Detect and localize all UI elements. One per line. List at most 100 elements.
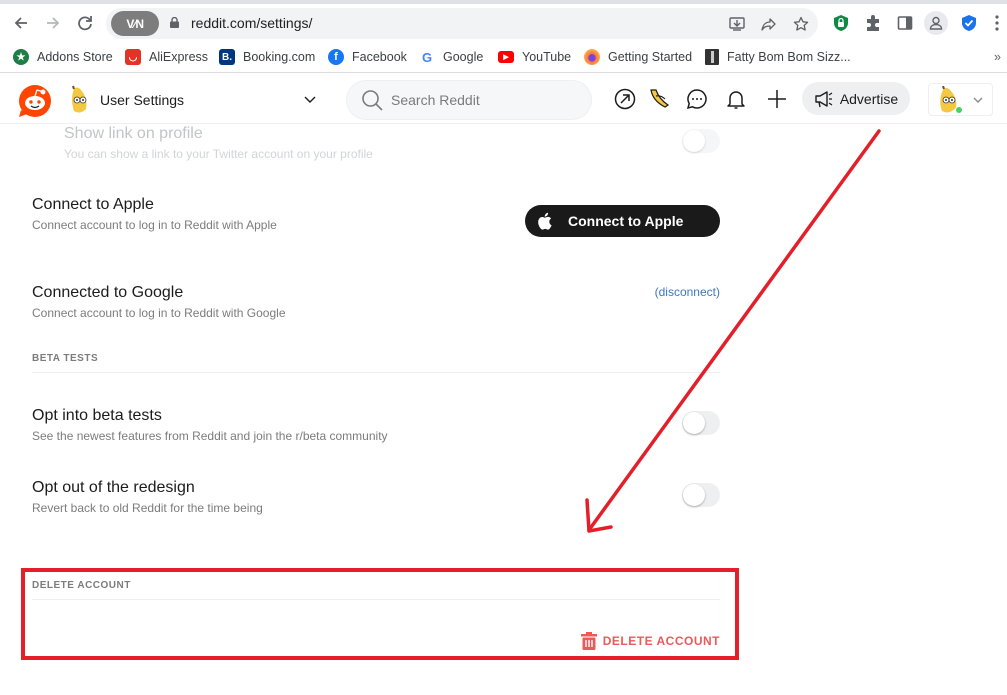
advertise-label: Advertise — [839, 90, 899, 107]
bookmark-youtube[interactable]: ▶ YouTube — [498, 48, 571, 66]
bell-icon — [727, 91, 745, 109]
share-icon — [761, 18, 776, 31]
address-bar[interactable]: V⁄N reddit.com/settings/ — [106, 8, 818, 39]
show-link-toggle[interactable] — [682, 129, 720, 153]
bookmark-facebook[interactable]: f Facebook — [328, 48, 407, 66]
user-avatar-banana-icon — [72, 85, 87, 113]
chevron-down-icon — [973, 97, 983, 103]
bookmark-label: Addons Store — [37, 50, 113, 64]
bookmark-aliexpress[interactable]: ◡ AliExpress — [125, 48, 208, 66]
annotation-highlight-box — [21, 568, 739, 660]
connect-apple-label: Connect to Apple — [568, 213, 684, 229]
bookmark-label: Google — [443, 50, 484, 64]
share-button[interactable] — [758, 13, 780, 35]
avatar — [935, 85, 963, 114]
setting-title: Opt out of the redesign — [32, 479, 195, 496]
aliexpress-icon: ◡ — [125, 49, 141, 65]
bookmark-google[interactable]: G Google — [419, 48, 483, 66]
bookmark-fatty-bom-bom[interactable]: Fatty Bom Bom Sizz... — [705, 48, 851, 66]
bookmark-label: Fatty Bom Bom Sizz... — [727, 50, 851, 64]
vpn-extension-button[interactable] — [829, 11, 853, 35]
toggle-knob — [683, 484, 705, 506]
arrow-left-icon — [14, 17, 27, 29]
megaphone-icon — [815, 90, 833, 107]
vpn-badge[interactable]: V⁄N — [111, 11, 159, 36]
apple-icon — [538, 212, 552, 230]
profile-button[interactable] — [924, 11, 948, 35]
search-icon — [362, 90, 383, 111]
security-extension-button[interactable] — [957, 11, 981, 35]
community-switcher[interactable]: User Settings — [66, 82, 326, 118]
setting-description: See the newest features from Reddit and … — [32, 429, 388, 443]
bookmark-addons-store[interactable]: ★ Addons Store — [13, 48, 113, 66]
side-panel-icon — [897, 16, 913, 30]
bookmark-label: AliExpress — [149, 50, 209, 64]
bookmark-label: Getting Started — [608, 50, 693, 64]
bookmark-label: Booking.com — [243, 50, 316, 64]
setting-description: Connect account to log in to Reddit with… — [32, 306, 286, 320]
url-text[interactable]: reddit.com/settings/ — [191, 15, 312, 31]
setting-title: Connected to Google — [32, 284, 184, 301]
facebook-icon: f — [328, 49, 344, 65]
banana-icon — [650, 89, 670, 108]
advertise-button[interactable]: Advertise — [802, 82, 910, 115]
star-icon — [793, 16, 809, 31]
bookmark-image-icon — [705, 49, 719, 65]
more-bookmarks-button[interactable]: » — [994, 48, 1001, 66]
community-label: User Settings — [100, 92, 185, 108]
reddit-header: User Settings Advertise — [0, 74, 1007, 124]
kebab-menu-icon — [995, 15, 999, 31]
install-icon — [729, 17, 745, 31]
opt-out-redesign-toggle[interactable] — [682, 483, 720, 507]
popular-button[interactable] — [613, 87, 637, 111]
disconnect-google-link[interactable]: (disconnect) — [655, 285, 720, 299]
shield-lock-icon — [834, 15, 848, 31]
setting-title: Show link on profile — [64, 125, 203, 142]
chevron-down-icon — [304, 96, 316, 103]
connect-to-apple-button[interactable]: Connect to Apple — [525, 205, 720, 237]
bookmark-label: YouTube — [522, 50, 572, 64]
chat-button[interactable] — [685, 87, 709, 111]
reload-button[interactable] — [72, 10, 98, 36]
back-button[interactable] — [8, 10, 34, 36]
puzzle-icon — [867, 15, 879, 31]
browser-menu-button[interactable] — [990, 11, 1004, 35]
arrow-up-right-circle-icon — [614, 88, 636, 110]
setting-description: Revert back to old Reddit for the time b… — [32, 501, 263, 515]
extensions-button[interactable] — [861, 11, 885, 35]
shield-check-icon — [962, 15, 976, 31]
create-post-button[interactable] — [765, 87, 789, 111]
reddit-logo-icon[interactable] — [18, 84, 52, 118]
browser-toolbar: V⁄N reddit.com/settings/ — [0, 4, 1007, 41]
community-avatar-button[interactable] — [647, 87, 671, 111]
google-icon: G — [421, 49, 433, 65]
setting-connected-google: Connected to Google Connect account to l… — [32, 283, 720, 321]
annotation-arrow-shaft — [587, 129, 881, 532]
arrow-right-icon — [47, 17, 60, 29]
booking-icon: B. — [219, 49, 235, 65]
setting-opt-out-redesign: Opt out of the redesign Revert back to o… — [32, 478, 720, 516]
user-menu-button[interactable] — [928, 83, 993, 116]
toggle-knob — [683, 412, 705, 434]
bookmark-getting-started[interactable]: Getting Started — [584, 48, 692, 66]
toggle-knob — [683, 130, 705, 152]
side-panel-button[interactable] — [893, 11, 917, 35]
online-status-dot — [955, 105, 963, 114]
bookmark-star-button[interactable] — [790, 13, 812, 35]
opt-into-beta-toggle[interactable] — [682, 411, 720, 435]
forward-button[interactable] — [40, 10, 66, 36]
plus-icon — [768, 90, 786, 108]
setting-connect-apple: Connect to Apple Connect account to log … — [32, 195, 720, 237]
firefox-icon — [584, 49, 600, 65]
setting-opt-into-beta: Opt into beta tests See the newest featu… — [32, 406, 720, 444]
install-app-button[interactable] — [726, 13, 748, 35]
search-bar[interactable] — [346, 80, 592, 120]
search-input[interactable] — [391, 92, 571, 108]
addons-store-icon: ★ — [13, 49, 29, 65]
youtube-icon: ▶ — [498, 51, 514, 63]
notifications-button[interactable] — [724, 87, 748, 111]
lock-icon[interactable] — [170, 17, 179, 28]
bookmark-booking[interactable]: B. Booking.com — [219, 48, 315, 66]
bookmark-label: Facebook — [352, 50, 407, 64]
setting-show-link-on-profile: Show link on profile You can show a link… — [32, 124, 720, 162]
